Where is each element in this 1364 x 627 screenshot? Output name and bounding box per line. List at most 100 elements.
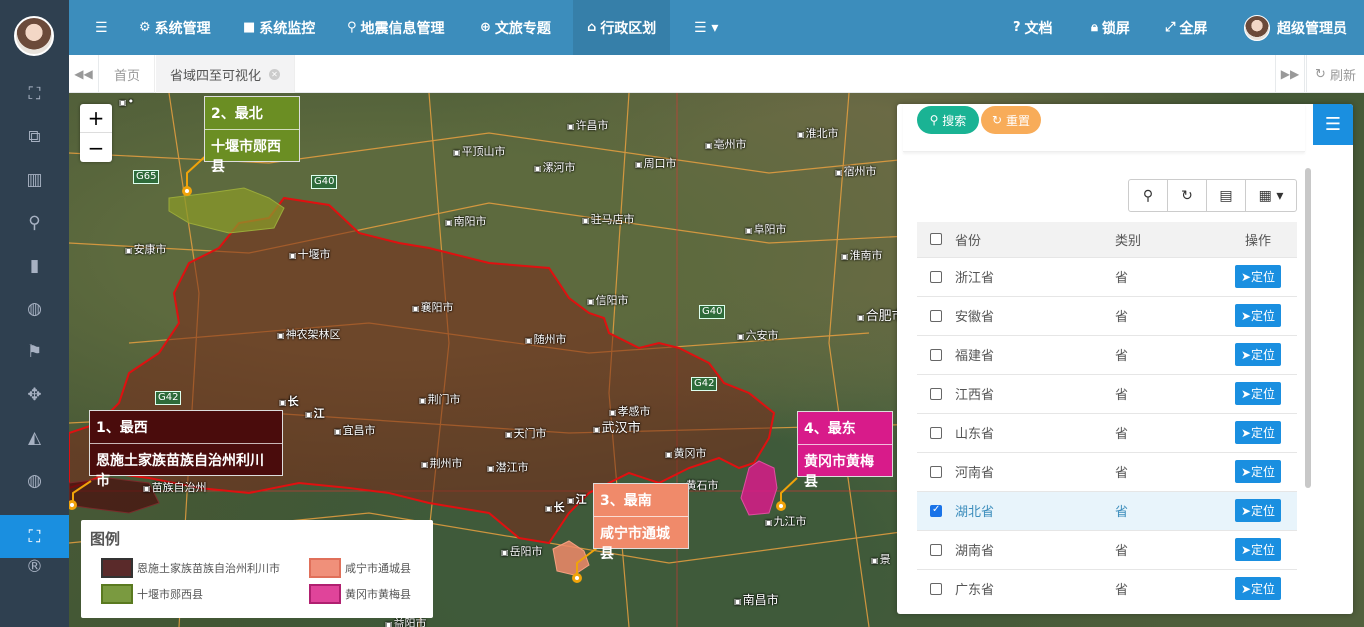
river-label: 江 — [305, 405, 325, 421]
callout-name: 咸宁市通城县 — [600, 526, 670, 562]
table-row[interactable]: 江西省省 ➤定位 — [917, 373, 1297, 413]
fullscreen-link[interactable]: ⤢ 全屏 — [1165, 0, 1207, 55]
table-row[interactable]: 福建省省 ➤定位 — [917, 334, 1297, 374]
area-chart-icon[interactable]: ◭ — [0, 416, 69, 459]
panel-scrollbar[interactable] — [1304, 164, 1312, 614]
table-row[interactable]: 安徽省省 ➤定位 — [917, 295, 1297, 335]
col-type[interactable]: 类别 — [1115, 222, 1219, 257]
frame-icon[interactable]: ⛶ — [0, 72, 69, 115]
table-row[interactable]: 广东省省 ➤定位 — [917, 568, 1297, 608]
legend-swatch — [309, 558, 341, 578]
callout-north[interactable]: 2、最北 十堰市郧西县 — [204, 96, 300, 175]
globe-icon[interactable]: ◍ — [0, 287, 69, 330]
locate-button[interactable]: ➤定位 — [1234, 382, 1282, 405]
row-checkbox[interactable] — [930, 387, 942, 400]
move-icon[interactable]: ✥ — [0, 373, 69, 416]
province-table: 省份 类别 操作 浙江省省 ➤定位 安徽省省 ➤定位 福建省省 ➤定位 江西省省 ➤定位 山东省… — [917, 222, 1297, 608]
locate-button[interactable]: ➤定位 — [1234, 499, 1282, 522]
row-checkbox[interactable] — [930, 426, 942, 439]
tab-current[interactable]: 省域四至可视化 ✕ — [156, 55, 296, 93]
tab-scroll-right-icon[interactable]: ▶▶ — [1275, 55, 1305, 93]
columns-dropdown-icon[interactable]: ▦ ▾ — [1246, 180, 1296, 211]
send-icon: ➤ — [1240, 426, 1252, 440]
map-marker-icon[interactable]: ⚲ — [0, 201, 69, 244]
row-checkbox[interactable] — [930, 582, 942, 595]
row-checkbox[interactable] — [930, 270, 942, 283]
refresh-button[interactable]: ↻ 刷新 — [1306, 55, 1364, 93]
hamburger-icon[interactable]: ☰ — [95, 0, 108, 55]
select-all-checkbox[interactable] — [930, 233, 942, 246]
refresh-icon[interactable]: ↻ — [1168, 180, 1207, 211]
river-label: 长 — [545, 499, 565, 515]
province-type: 省 — [1115, 529, 1219, 569]
toggle-view-icon[interactable]: ▤ — [1207, 180, 1246, 211]
row-checkbox[interactable] — [930, 504, 942, 517]
send-icon: ➤ — [1240, 270, 1252, 284]
nav-more-dropdown[interactable]: ☰ ▾ — [694, 0, 718, 55]
map-city-label: 黄冈市 — [665, 445, 707, 461]
locate-button[interactable]: ➤定位 — [1234, 304, 1282, 327]
map-city-label: 武汉市 — [593, 417, 641, 436]
lock-screen-link[interactable]: 🔒︎ 锁屏 — [1091, 0, 1130, 55]
crop-icon[interactable]: ⧉ — [0, 115, 69, 158]
row-checkbox[interactable] — [930, 309, 942, 322]
scrollbar-thumb[interactable] — [1305, 168, 1311, 488]
locate-button[interactable]: ➤定位 — [1234, 265, 1282, 288]
row-checkbox[interactable] — [930, 543, 942, 556]
col-action: 操作 — [1219, 222, 1297, 257]
callout-title: 3、最南 — [594, 484, 688, 517]
province-name: 广东省 — [955, 568, 1115, 608]
legend-swatch — [309, 584, 341, 604]
locate-button[interactable]: ➤定位 — [1234, 343, 1282, 366]
avatar[interactable] — [14, 16, 54, 56]
nav-item-admin-division[interactable]: ⌂ 行政区划 — [573, 0, 671, 55]
docs-link[interactable]: ? 文档 — [1013, 0, 1053, 55]
tab-home[interactable]: 首页 — [100, 55, 156, 93]
zoom-out-button[interactable]: − — [80, 133, 112, 162]
map-city-label: 漯河市 — [534, 159, 576, 175]
globe-icon-2[interactable]: ◍ — [0, 459, 69, 502]
tab-scroll-left-icon[interactable]: ◀◀ — [69, 55, 99, 93]
table-row[interactable]: 河南省省 ➤定位 — [917, 451, 1297, 491]
nav-item-monitor[interactable]: ■ 系统监控 — [243, 0, 315, 55]
col-province[interactable]: 省份 — [955, 222, 1115, 257]
user-avatar — [1244, 14, 1270, 41]
search-icon[interactable]: ⚲ — [1129, 180, 1168, 211]
table-header: 省份 类别 操作 — [917, 222, 1297, 257]
nav-item-system[interactable]: ⚙ 系统管理 — [139, 0, 211, 55]
callout-south[interactable]: 3、最南 咸宁市通城县 — [593, 483, 689, 562]
nav-item-tourism[interactable]: ⊕ 文旅专题 — [480, 0, 551, 55]
frame-icon-active[interactable]: ⛶ — [0, 515, 69, 558]
map-city-label: 周口市 — [635, 155, 677, 171]
locate-button[interactable]: ➤定位 — [1234, 460, 1282, 483]
user-menu[interactable]: 超级管理员 — [1244, 0, 1347, 55]
callout-east[interactable]: 4、最东 黄冈市黄梅县 — [797, 411, 893, 490]
table-row[interactable]: 湖南省省 ➤定位 — [917, 529, 1297, 569]
table-row[interactable]: 山东省省 ➤定位 — [917, 412, 1297, 452]
nav-item-earthquake[interactable]: ⚲ 地震信息管理 — [347, 0, 445, 55]
callout-west[interactable]: 1、最西 恩施土家族苗族自治州利川市 — [89, 410, 283, 489]
locate-button[interactable]: ➤定位 — [1234, 577, 1282, 601]
send-icon: ➤ — [1240, 582, 1252, 597]
close-icon[interactable]: ✕ — [269, 68, 281, 80]
map-marker[interactable] — [776, 501, 786, 511]
legend-item: 十堰市郧西县 — [101, 584, 203, 604]
menu-toggle-icon[interactable]: ☰ — [1313, 104, 1353, 145]
search-button[interactable]: ⚲ 搜索 — [917, 106, 979, 134]
map-marker[interactable] — [182, 186, 192, 196]
table-row[interactable]: 浙江省省 ➤定位 — [917, 256, 1297, 296]
reset-button[interactable]: ↻ 重置 — [981, 106, 1041, 134]
flag-icon[interactable]: ⚑ — [0, 330, 69, 373]
row-checkbox[interactable] — [930, 348, 942, 361]
zoom-in-button[interactable]: + — [80, 104, 112, 133]
locate-button[interactable]: ➤定位 — [1234, 421, 1282, 444]
province-name: 湖南省 — [955, 529, 1115, 569]
map-city-label: 荆门市 — [419, 391, 461, 407]
locate-button[interactable]: ➤定位 — [1234, 538, 1282, 561]
map-icon[interactable]: ▥ — [0, 158, 69, 201]
bar-chart-icon[interactable]: ▮ — [0, 244, 69, 287]
table-row[interactable]: 湖北省省 ➤定位 — [917, 490, 1297, 530]
map-marker[interactable] — [572, 573, 582, 583]
row-checkbox[interactable] — [930, 465, 942, 478]
province-type: 省 — [1115, 451, 1219, 491]
